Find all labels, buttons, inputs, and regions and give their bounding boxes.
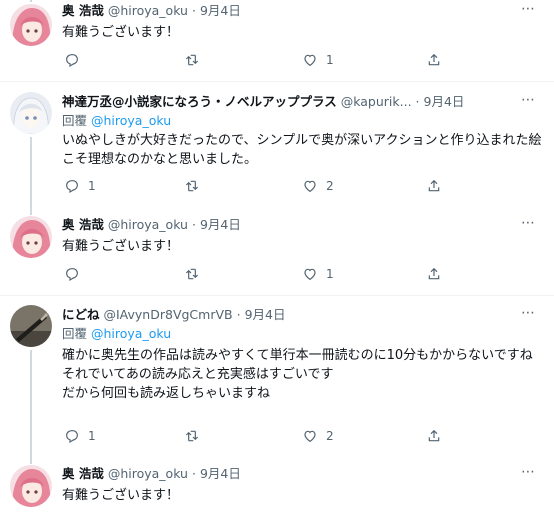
- retweet-icon: [185, 54, 199, 66]
- reply-button[interactable]: 1: [64, 178, 96, 194]
- tweet-date[interactable]: 9月4日: [245, 307, 286, 322]
- avatar[interactable]: [10, 4, 52, 46]
- like-icon: [304, 268, 316, 281]
- display-name[interactable]: 奥 浩哉: [62, 3, 104, 18]
- retweet-button[interactable]: [184, 178, 208, 194]
- retweet-icon: [185, 180, 199, 192]
- separator-dot: ·: [191, 3, 196, 18]
- separator-dot: ·: [191, 217, 196, 232]
- separator-dot: ·: [415, 94, 420, 109]
- share-button[interactable]: [426, 428, 442, 444]
- replying-to-label: 回覆: [62, 113, 88, 128]
- avatar[interactable]: [10, 465, 52, 507]
- action-bar: 1 2: [62, 178, 482, 198]
- separator-dot: ·: [191, 466, 196, 481]
- more-icon[interactable]: ⋯: [521, 92, 536, 108]
- reply-icon: [66, 180, 78, 194]
- user-handle[interactable]: @hiroya_oku: [108, 3, 188, 18]
- more-icon[interactable]: ⋯: [521, 1, 536, 17]
- display-name[interactable]: 神達万丞@小説家になろう・ノベルアッププラス: [62, 94, 337, 109]
- share-icon: [428, 429, 440, 442]
- action-bar: 1: [62, 266, 482, 286]
- retweet-icon: [185, 430, 199, 442]
- action-bar: 1: [62, 52, 482, 72]
- separator-dot: ·: [236, 307, 241, 322]
- display-name[interactable]: 奥 浩哉: [62, 217, 104, 232]
- replying-to-mention[interactable]: @hiroya_oku: [91, 326, 171, 341]
- like-button[interactable]: 1: [302, 266, 334, 282]
- like-count: 2: [326, 179, 334, 193]
- avatar[interactable]: [10, 216, 52, 258]
- like-button[interactable]: 2: [302, 178, 334, 194]
- user-handle[interactable]: @kapurik...: [341, 94, 412, 109]
- like-icon: [304, 54, 316, 67]
- more-icon[interactable]: ⋯: [521, 305, 536, 321]
- more-icon[interactable]: ⋯: [521, 464, 536, 480]
- tweet-text: 確かに奥先生の作品は読みやすくて単行本一冊読むのに10分もかからないですね それ…: [62, 348, 533, 401]
- tweet-header: 奥 浩哉 @hiroya_oku · 9月4日: [62, 217, 241, 233]
- retweet-button[interactable]: [184, 428, 208, 444]
- tweet-date[interactable]: 9月4日: [200, 466, 241, 481]
- user-handle[interactable]: @IAvynDr8VgCmrVB: [104, 307, 233, 322]
- thread-connector: [30, 0, 32, 2]
- tweet-header: にどね @IAvynDr8VgCmrVB · 9月4日: [62, 307, 285, 323]
- reply-icon: [66, 430, 78, 444]
- share-icon: [428, 53, 440, 66]
- reply-count: 1: [88, 429, 96, 443]
- more-icon[interactable]: ⋯: [521, 215, 536, 231]
- tweet-header: 奥 浩哉 @hiroya_oku · 9月4日: [62, 3, 241, 19]
- action-bar: 1 2: [62, 428, 482, 448]
- thread-connector: [30, 137, 32, 215]
- reply-button[interactable]: [64, 266, 88, 282]
- tweet-header: 神達万丞@小説家になろう・ノベルアッププラス @kapurik... · 9月4…: [62, 94, 464, 110]
- tweet-text: 有難うございます！: [62, 25, 180, 40]
- replying-to-mention[interactable]: @hiroya_oku: [91, 113, 171, 128]
- share-button[interactable]: [426, 266, 442, 282]
- replying-to-label: 回覆: [62, 326, 88, 341]
- like-count: 1: [326, 53, 334, 67]
- share-button[interactable]: [426, 178, 442, 194]
- retweet-button[interactable]: [184, 52, 208, 68]
- share-icon: [428, 179, 440, 192]
- tweet-text: いぬやしきが大好きだったので、シンプルで奥が深いアクションと作り込まれた絵こそ理…: [62, 133, 542, 167]
- reply-button[interactable]: 1: [64, 428, 96, 444]
- tweet-date[interactable]: 9月4日: [200, 3, 241, 18]
- like-button[interactable]: 2: [302, 428, 334, 444]
- tweet-header: 奥 浩哉 @hiroya_oku · 9月4日: [62, 466, 241, 482]
- thread-connector: [30, 350, 32, 464]
- reply-button[interactable]: [64, 52, 88, 68]
- display-name[interactable]: にどね: [62, 307, 100, 322]
- like-count: 1: [326, 267, 334, 281]
- reply-count: 1: [88, 179, 96, 193]
- replying-to: 回覆 @hiroya_oku: [62, 113, 171, 129]
- tweet-date[interactable]: 9月4日: [424, 94, 465, 109]
- tweet-text: 有難うございます！: [62, 239, 180, 254]
- display-name[interactable]: 奥 浩哉: [62, 466, 104, 481]
- like-button[interactable]: 1: [302, 52, 334, 68]
- retweet-icon: [185, 268, 199, 280]
- tweet-divider: [0, 81, 554, 82]
- like-icon: [304, 180, 316, 193]
- avatar[interactable]: [10, 305, 52, 347]
- replying-to: 回覆 @hiroya_oku: [62, 326, 171, 342]
- tweet-divider: [0, 295, 554, 296]
- like-count: 2: [326, 429, 334, 443]
- avatar[interactable]: [10, 92, 52, 134]
- share-button[interactable]: [426, 52, 442, 68]
- tweet-text: 有難うございます！: [62, 488, 180, 503]
- retweet-button[interactable]: [184, 266, 208, 282]
- like-icon: [304, 430, 316, 443]
- tweet-date[interactable]: 9月4日: [200, 217, 241, 232]
- reply-icon: [66, 54, 78, 68]
- user-handle[interactable]: @hiroya_oku: [108, 466, 188, 481]
- share-icon: [428, 267, 440, 280]
- reply-icon: [66, 268, 78, 282]
- user-handle[interactable]: @hiroya_oku: [108, 217, 188, 232]
